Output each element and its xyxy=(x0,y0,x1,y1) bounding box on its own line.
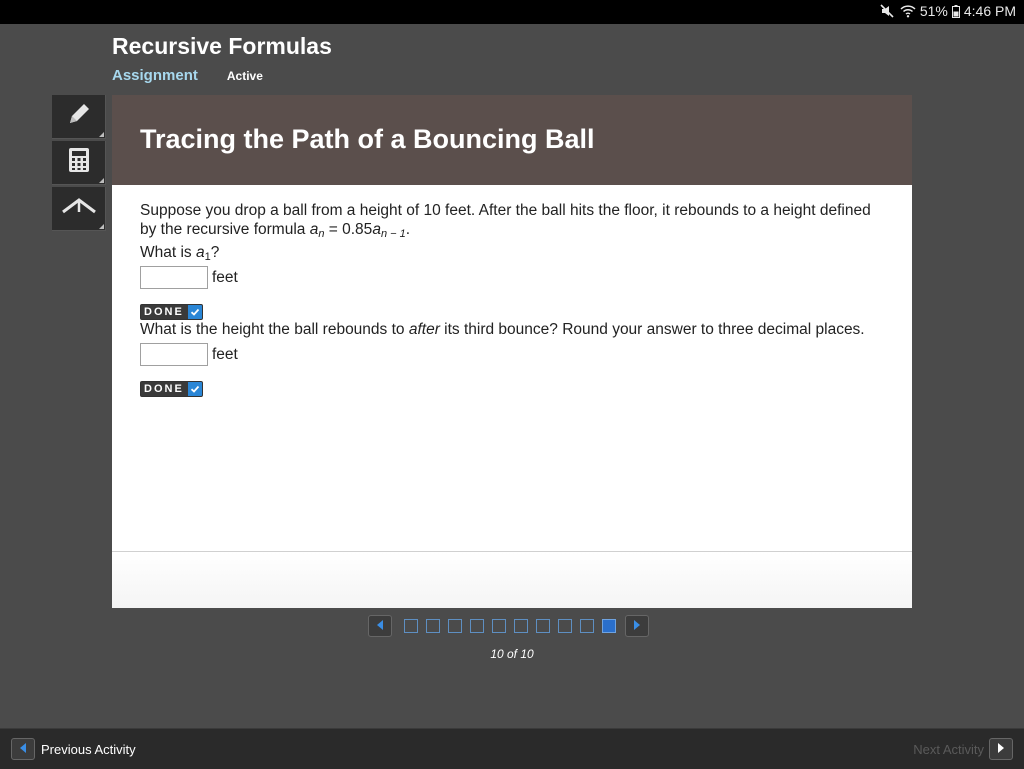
pager xyxy=(368,615,649,637)
pencil-icon xyxy=(65,100,93,133)
question-1-var: a xyxy=(195,244,205,261)
intro-text: Suppose you drop a ball from a height of… xyxy=(140,202,871,238)
pager-square-5[interactable] xyxy=(492,619,506,633)
activity-title: Tracing the Path of a Bouncing Ball xyxy=(140,124,595,154)
done-button-1[interactable]: DONE xyxy=(140,304,203,320)
checkbox-icon xyxy=(187,305,202,319)
pager-label: 10 of 10 xyxy=(490,647,534,661)
status-bar: 51% 4:46 PM xyxy=(0,0,1024,24)
previous-activity-button[interactable] xyxy=(11,738,35,760)
answer-1-input[interactable] xyxy=(140,266,208,289)
highlighter-tool-button[interactable] xyxy=(52,187,106,231)
activity-content: Suppose you drop a ball from a height of… xyxy=(112,185,912,397)
done-button-2[interactable]: DONE xyxy=(140,381,203,397)
activity-panel: Tracing the Path of a Bouncing Ball Supp… xyxy=(112,95,912,608)
pager-square-8[interactable] xyxy=(558,619,572,633)
question-2-emph: after xyxy=(408,321,440,338)
mute-icon xyxy=(880,4,896,18)
wifi-icon xyxy=(900,4,916,18)
pager-square-10[interactable] xyxy=(602,619,616,633)
question-1-suffix: ? xyxy=(210,244,220,261)
next-activity-label: Next Activity xyxy=(913,742,984,757)
caret-left-icon xyxy=(376,617,384,635)
pager-prev-button[interactable] xyxy=(368,615,392,637)
question-2-before: What is the height the ball rebounds to xyxy=(140,321,409,338)
page-title: Recursive Formulas xyxy=(112,33,332,59)
answer-1-unit: feet xyxy=(212,269,238,286)
answer-2-input[interactable] xyxy=(140,343,208,366)
answer-2-row: feet xyxy=(140,343,884,366)
pager-square-3[interactable] xyxy=(448,619,462,633)
pencil-tool-button[interactable] xyxy=(52,95,106,139)
next-activity-button[interactable] xyxy=(989,738,1013,760)
caret-right-icon xyxy=(997,740,1005,758)
clock: 4:46 PM xyxy=(963,3,1016,19)
question-1: What is a1? xyxy=(140,243,884,263)
assignment-label: Assignment xyxy=(112,67,198,84)
caret-right-icon xyxy=(633,617,641,635)
problem-statement: Suppose you drop a ball from a height of… xyxy=(140,201,884,240)
activity-header: Tracing the Path of a Bouncing Ball xyxy=(112,95,912,185)
highlighter-icon xyxy=(61,196,97,221)
pager-square-9[interactable] xyxy=(580,619,594,633)
calculator-icon xyxy=(68,147,90,178)
question-2: What is the height the ball rebounds to … xyxy=(140,320,884,339)
battery-percent: 51% xyxy=(919,3,948,19)
panel-footer xyxy=(112,551,912,608)
pager-square-2[interactable] xyxy=(426,619,440,633)
formula-rhs-var: a xyxy=(372,221,381,238)
answer-2-unit: feet xyxy=(212,346,238,363)
bottom-nav-bar: Previous Activity Next Activity xyxy=(0,728,1024,769)
previous-activity-label[interactable]: Previous Activity xyxy=(41,742,136,757)
tool-sidebar xyxy=(52,95,106,233)
formula-equals: = 0.85 xyxy=(324,221,373,238)
done-button-1-label: DONE xyxy=(144,306,184,318)
answer-1-row: feet xyxy=(140,266,884,289)
battery-icon xyxy=(951,4,960,18)
formula-rhs-sub: n − 1 xyxy=(380,228,406,240)
question-2-after: its third bounce? Round your answer to t… xyxy=(439,321,865,338)
pager-square-6[interactable] xyxy=(514,619,528,633)
caret-left-icon xyxy=(19,740,27,758)
status-badge: Active xyxy=(226,69,263,83)
pager-squares xyxy=(404,619,616,633)
pager-square-7[interactable] xyxy=(536,619,550,633)
formula-end: . xyxy=(405,221,411,238)
pager-square-4[interactable] xyxy=(470,619,484,633)
calculator-tool-button[interactable] xyxy=(52,141,106,185)
assignment-row: Assignment Active xyxy=(112,67,263,84)
question-1-prefix: What is xyxy=(140,244,196,261)
done-button-2-label: DONE xyxy=(144,383,184,395)
pager-next-button[interactable] xyxy=(625,615,649,637)
checkbox-icon xyxy=(187,382,202,396)
pager-square-1[interactable] xyxy=(404,619,418,633)
